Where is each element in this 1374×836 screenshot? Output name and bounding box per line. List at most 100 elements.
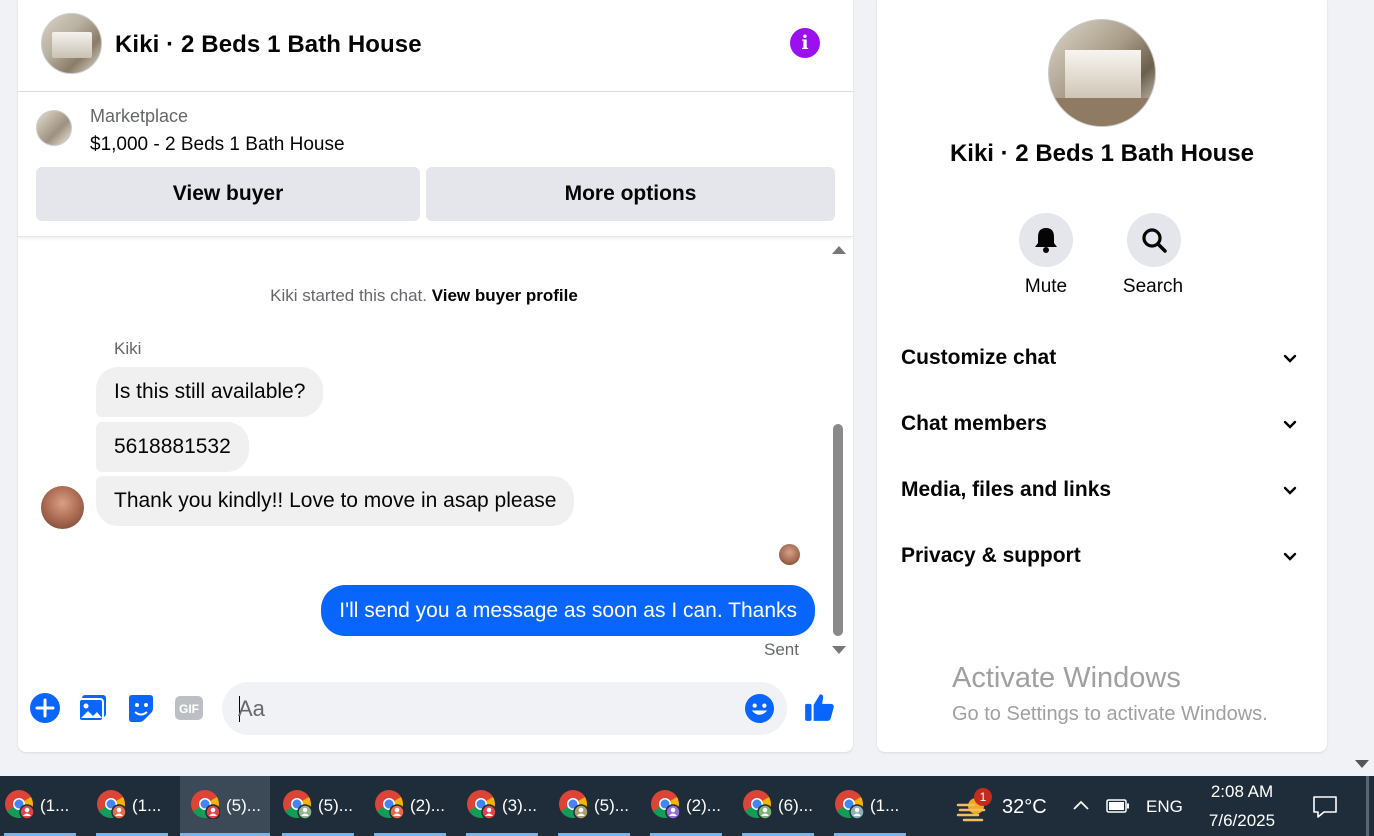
chrome-icon: [651, 790, 680, 819]
chat-title[interactable]: Kiki · 2 Beds 1 Bath House: [115, 31, 422, 59]
composer: GIF: [18, 672, 853, 744]
chevron-down-icon: [1283, 552, 1297, 561]
chat-started-notice: Kiki started this chat. View buyer profi…: [18, 286, 830, 306]
section-privacy-support[interactable]: Privacy & support: [901, 536, 1305, 576]
chrome-icon: [283, 790, 312, 819]
mute-label: Mute: [1024, 276, 1068, 297]
weather-notification-badge: 1: [974, 788, 992, 806]
chat-info-panel: Kiki · 2 Beds 1 Bath House Mute Search C…: [877, 0, 1327, 752]
message-list: Kiki started this chat. View buyer profi…: [18, 237, 853, 667]
taskbar-chrome-window-active[interactable]: (5)...: [180, 776, 270, 836]
temperature[interactable]: 32°C: [1002, 796, 1047, 819]
outgoing-message[interactable]: I'll send you a message as soon as I can…: [321, 585, 815, 636]
info-icon[interactable]: i: [790, 28, 820, 58]
taskbar-chrome-window[interactable]: (2)...: [646, 776, 730, 836]
section-label: Media, files and links: [901, 478, 1112, 501]
gif-icon[interactable]: GIF: [173, 692, 205, 724]
scroll-thumb[interactable]: [833, 424, 843, 636]
taskbar-item-label: (2)...: [410, 796, 445, 815]
taskbar-chrome-window[interactable]: (1...: [92, 776, 176, 836]
taskbar-chrome-window[interactable]: (6)...: [738, 776, 822, 836]
add-plus-icon[interactable]: [29, 692, 61, 724]
chevron-down-icon: [1283, 486, 1297, 495]
scroll-up-arrow-icon[interactable]: [832, 246, 846, 254]
taskbar-chrome-window[interactable]: (5)...: [554, 776, 638, 836]
chat-header: Kiki · 2 Beds 1 Bath House i: [18, 0, 853, 92]
sticker-icon[interactable]: [125, 692, 157, 724]
notification-center-icon[interactable]: [1312, 794, 1338, 820]
taskbar-chrome-window[interactable]: (5)...: [278, 776, 362, 836]
incoming-message[interactable]: Thank you kindly!! Love to move in asap …: [96, 476, 575, 526]
taskbar-chrome-window[interactable]: (1...: [830, 776, 914, 836]
listing-photo-avatar[interactable]: [1048, 19, 1156, 127]
photo-gallery-icon[interactable]: [77, 692, 109, 724]
taskbar: (1... (1... (5)... (5)... (2)... (3)... …: [0, 776, 1374, 836]
view-buyer-button[interactable]: View buyer: [36, 167, 420, 221]
section-label: Privacy & support: [901, 544, 1081, 567]
activate-windows-title: Activate Windows: [952, 662, 1181, 694]
emoji-icon[interactable]: [744, 693, 775, 724]
search-button[interactable]: [1127, 213, 1181, 267]
more-options-button[interactable]: More options: [426, 167, 835, 221]
marketplace-label: Marketplace: [90, 106, 189, 126]
taskbar-item-label: (5)...: [318, 796, 353, 815]
listing-price-title[interactable]: $1,000 - 2 Beds 1 Bath House: [90, 134, 345, 156]
section-customize-chat[interactable]: Customize chat: [901, 338, 1305, 378]
info-panel-title: Kiki · 2 Beds 1 Bath House: [949, 140, 1255, 167]
chrome-icon: [5, 790, 34, 819]
listing-thumbnail[interactable]: [36, 110, 72, 146]
incoming-message[interactable]: Is this still available?: [96, 367, 324, 417]
taskbar-item-label: (5)...: [226, 796, 261, 815]
chat-started-text: Kiki started this chat.: [270, 286, 427, 305]
section-media-files-links[interactable]: Media, files and links: [901, 470, 1305, 510]
taskbar-item-label: (1...: [40, 796, 70, 815]
listing-avatar[interactable]: [41, 13, 102, 74]
chevron-down-icon: [1283, 354, 1297, 363]
chrome-icon: [467, 790, 496, 819]
chrome-icon: [191, 790, 220, 819]
taskbar-item-label: (2)...: [686, 796, 721, 815]
sender-name: Kiki: [114, 339, 142, 358]
chat-panel: Kiki · 2 Beds 1 Bath House i Marketplace…: [18, 0, 853, 752]
messages-scrollbar[interactable]: [830, 243, 846, 663]
taskbar-chrome-window[interactable]: (2)...: [370, 776, 454, 836]
page-scroll-down-icon[interactable]: [1355, 760, 1369, 768]
section-label: Customize chat: [901, 346, 1057, 369]
incoming-message[interactable]: 5618881532: [96, 422, 249, 472]
message-input[interactable]: [238, 682, 718, 735]
view-buyer-profile-link[interactable]: View buyer profile: [432, 286, 578, 305]
clock-date[interactable]: 7/6/2025: [1200, 811, 1284, 831]
taskbar-item-label: (6)...: [778, 796, 813, 815]
chrome-icon: [835, 790, 864, 819]
search-icon: [1142, 228, 1167, 253]
show-desktop-edge[interactable]: [1366, 776, 1369, 836]
bell-icon: [1035, 228, 1057, 253]
mute-button[interactable]: [1019, 213, 1073, 267]
chevron-up-icon[interactable]: [1072, 798, 1090, 812]
language-indicator[interactable]: ENG: [1146, 797, 1183, 817]
listing-card: Marketplace $1,000 - 2 Beds 1 Bath House…: [18, 92, 853, 237]
section-label: Chat members: [901, 412, 1047, 435]
chevron-down-icon: [1283, 420, 1297, 429]
taskbar-chrome-window[interactable]: (1...: [0, 776, 84, 836]
taskbar-item-label: (1...: [870, 796, 900, 815]
section-chat-members[interactable]: Chat members: [901, 404, 1305, 444]
taskbar-chrome-window[interactable]: (3)...: [462, 776, 546, 836]
activate-windows-subtitle: Go to Settings to activate Windows.: [952, 703, 1268, 725]
chrome-icon: [559, 790, 588, 819]
sender-avatar[interactable]: [41, 486, 84, 529]
chrome-icon: [97, 790, 126, 819]
clock-time[interactable]: 2:08 AM: [1206, 782, 1278, 802]
scroll-down-arrow-icon[interactable]: [832, 646, 846, 654]
taskbar-item-label: (1...: [132, 796, 162, 815]
like-thumbs-up-icon[interactable]: [803, 690, 837, 724]
message-status: Sent: [764, 640, 799, 659]
chrome-icon: [743, 790, 772, 819]
taskbar-item-label: (3)...: [502, 796, 537, 815]
chrome-icon: [375, 790, 404, 819]
svg-text:GIF: GIF: [179, 702, 199, 716]
taskbar-item-label: (5)...: [594, 796, 629, 815]
battery-icon[interactable]: [1106, 799, 1130, 813]
seen-indicator-avatar: [779, 544, 800, 565]
message-input-box[interactable]: [222, 682, 787, 735]
